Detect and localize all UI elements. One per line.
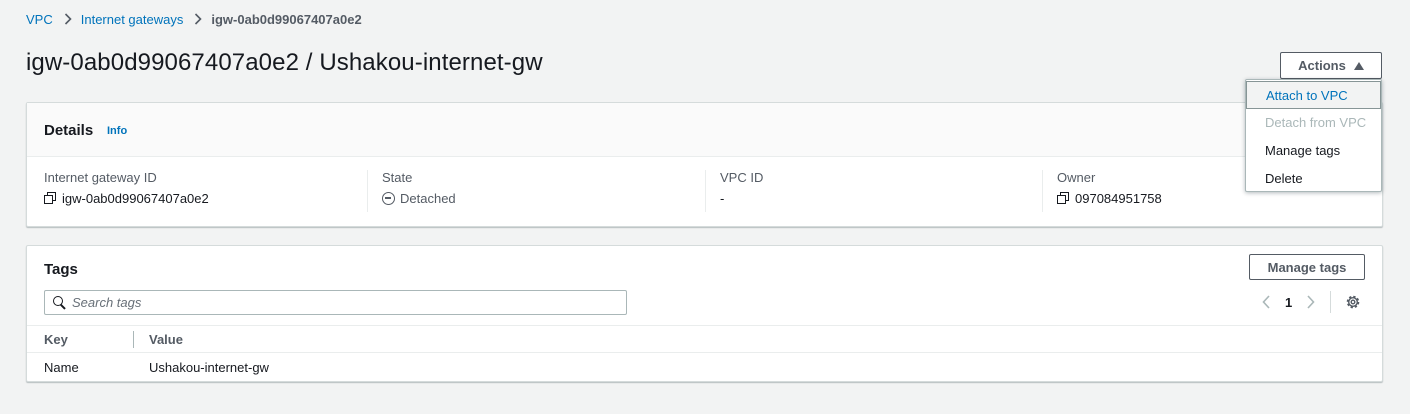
tag-key-cell: Name [44,360,79,375]
detail-vpc-id: VPC ID - [720,170,1043,212]
owner-value: 097084951758 [1075,190,1162,206]
pagination: 1 [1259,292,1318,312]
search-tags-field[interactable] [44,290,627,315]
column-header-value[interactable]: Value [149,332,183,347]
gear-icon[interactable] [1345,294,1361,310]
tags-title: Tags [44,261,78,278]
divider [1330,291,1331,313]
detail-value: - [720,190,1042,206]
detail-value: 097084951758 [1057,190,1357,206]
page: VPC Internet gateways igw-0ab0d99067407a… [0,0,1410,414]
menu-item-manage-tags[interactable]: Manage tags [1246,136,1381,164]
next-page-icon[interactable] [1304,294,1318,310]
detail-label: State [382,170,413,185]
menu-item-label: Attach to VPC [1260,83,1365,106]
tag-value-cell: Ushakou-internet-gw [149,360,269,375]
breadcrumb-current: igw-0ab0d99067407a0e2 [211,11,362,27]
table-row: Name Ushakou-internet-gw [27,353,1382,382]
copy-icon[interactable] [1057,191,1070,205]
breadcrumb-vpc[interactable]: VPC [26,12,53,27]
actions-button-label: Actions [1298,58,1346,73]
vpc-id-value: - [720,190,725,206]
detail-value: igw-0ab0d99067407a0e2 [44,190,367,206]
detail-label: Internet gateway ID [44,170,157,185]
column-divider[interactable] [133,331,134,348]
chevron-right-icon [194,13,202,25]
search-tags-input[interactable] [72,295,592,310]
menu-item-label: Manage tags [1265,142,1341,158]
previous-page-icon[interactable] [1259,294,1273,310]
detail-label: VPC ID [720,170,764,185]
menu-item-label: Detach from VPC [1265,114,1367,130]
detail-internet-gateway-id: Internet gateway ID igw-0ab0d99067407a0e… [44,170,368,212]
details-panel: Details Info Internet gateway ID igw-0ab… [26,102,1383,227]
search-icon [53,296,66,310]
actions-button[interactable]: Actions [1280,52,1382,79]
table-header: Key Value [27,325,1382,353]
page-title: igw-0ab0d99067407a0e2 / Ushakou-internet… [26,49,543,76]
detail-state: State Detached [382,170,706,212]
details-header: Details Info [27,103,1382,157]
detail-value: Detached [382,190,705,206]
page-number[interactable]: 1 [1285,295,1292,310]
internet-gateway-id-value: igw-0ab0d99067407a0e2 [62,190,209,206]
details-title: Details [44,122,94,139]
copy-icon[interactable] [44,191,57,205]
state-value: Detached [400,190,456,206]
menu-item-detach-from-vpc: Detach from VPC [1246,108,1381,136]
info-link[interactable]: Info [107,125,127,137]
status-detached-icon [382,191,395,205]
tags-panel: Tags Manage tags 1 Key Valu [26,245,1383,382]
caret-up-icon [1353,61,1364,70]
breadcrumb: VPC Internet gateways igw-0ab0d99067407a… [26,11,362,27]
column-header-key[interactable]: Key [44,332,68,347]
chevron-right-icon [64,13,72,25]
menu-item-attach-to-vpc[interactable]: Attach to VPC [1246,81,1381,109]
manage-tags-button[interactable]: Manage tags [1249,254,1365,280]
menu-item-delete[interactable]: Delete [1246,164,1381,192]
actions-dropdown-menu: Attach to VPC Detach from VPC Manage tag… [1245,79,1382,192]
menu-item-label: Delete [1265,170,1303,186]
breadcrumb-internet-gateways[interactable]: Internet gateways [81,12,184,27]
